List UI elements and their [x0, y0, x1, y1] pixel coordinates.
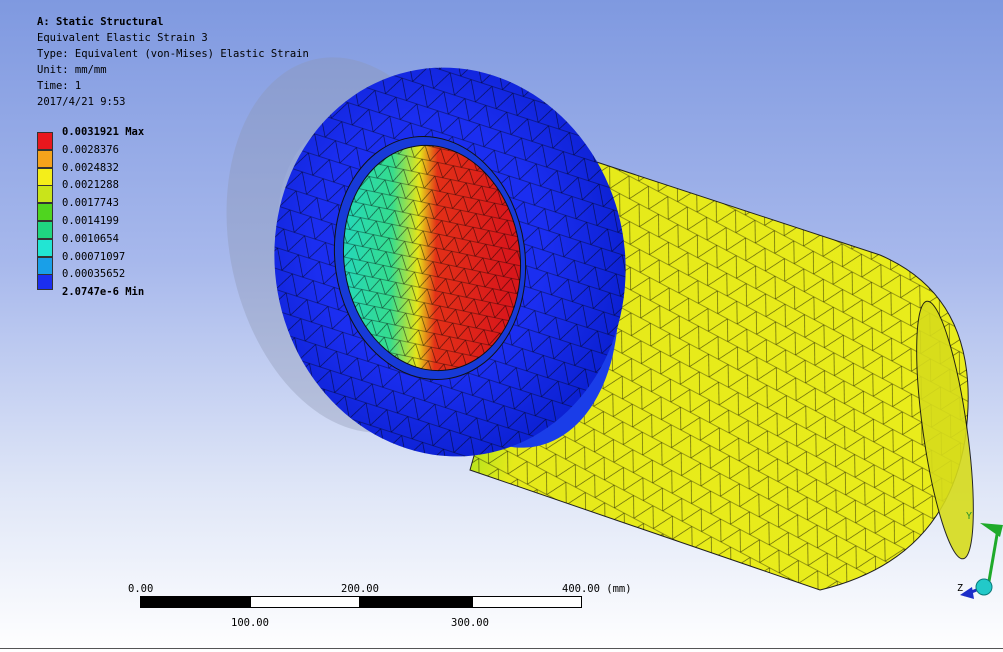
scale-seg-3	[360, 596, 472, 608]
result-unit: Unit: mm/mm	[37, 64, 107, 76]
legend-value: 2.0747e-6 Min	[62, 286, 145, 299]
legend-swatch	[37, 167, 53, 186]
scale-bar: 0.00 200.00 400.00 (mm) 100.00 300.00	[120, 580, 650, 640]
legend-value: 0.0021288	[62, 179, 119, 192]
legend-swatch	[37, 149, 53, 168]
legend-swatch	[37, 132, 53, 150]
legend-swatch	[37, 185, 53, 204]
scale-label-100: 100.00	[231, 617, 269, 629]
triad-arrows-icon	[960, 523, 1003, 599]
legend-swatch	[37, 238, 53, 257]
scale-label-300: 300.00	[451, 617, 489, 629]
scale-seg-1	[140, 596, 250, 608]
result-name: Equivalent Elastic Strain 3	[37, 32, 208, 44]
legend-swatch	[37, 256, 53, 275]
legend-value: 0.00071097	[62, 250, 126, 263]
legend-swatch	[37, 203, 53, 222]
scale-label-400: 400.00 (mm)	[562, 583, 632, 595]
legend-swatch	[37, 274, 53, 291]
legend-value: 0.0028376	[62, 143, 119, 156]
legend-swatch	[37, 221, 53, 239]
legend-value: 0.00035652	[62, 268, 126, 281]
result-type: Type: Equivalent (von-Mises) Elastic Str…	[37, 48, 309, 60]
result-time: Time: 1	[37, 80, 82, 92]
result-date: 2017/4/21 9:53	[37, 96, 126, 108]
scale-seg-2	[250, 596, 360, 608]
legend-value: 0.0010654	[62, 232, 119, 245]
scale-label-200: 200.00	[341, 583, 379, 595]
legend-value: 0.0014199	[62, 215, 119, 227]
graphics-viewport[interactable]: A: Static Structural Equivalent Elastic …	[0, 0, 1003, 652]
legend-value: 0.0024832	[62, 161, 119, 174]
viewport-border	[0, 648, 1003, 649]
scale-seg-4	[472, 596, 582, 608]
result-header: A: Static Structural Equivalent Elastic …	[37, 14, 309, 110]
legend-value: 0.0017743	[62, 197, 119, 210]
analysis-title: A: Static Structural	[37, 16, 164, 28]
coordinate-triad[interactable]: Y Z	[950, 505, 1003, 605]
legend-value: 0.0031921 Max	[62, 126, 145, 138]
scale-label-0: 0.00	[128, 583, 154, 595]
